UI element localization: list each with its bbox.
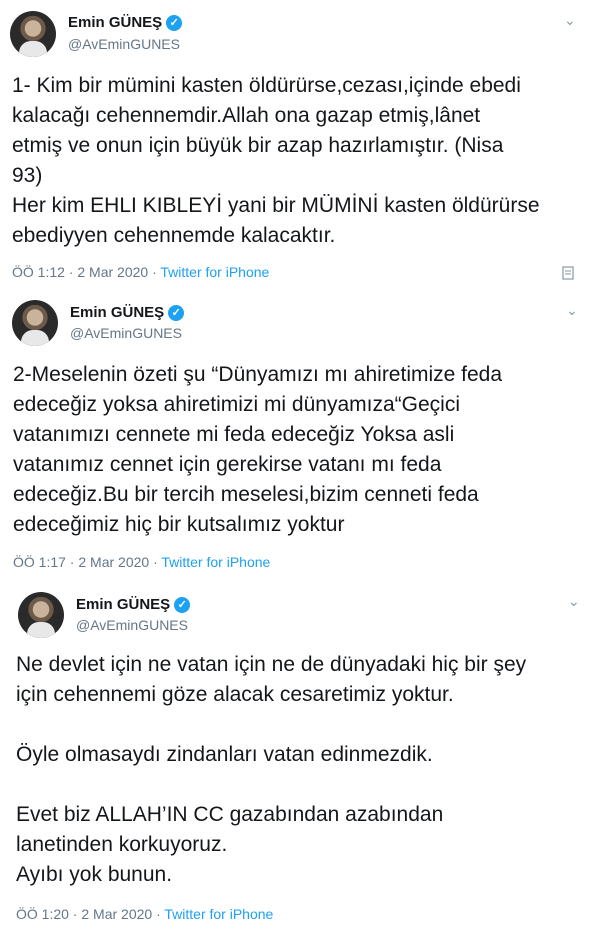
- author-handle[interactable]: @AvEminGUNES: [68, 36, 180, 52]
- tweet-timestamp[interactable]: ÖÖ 1:20 · 2 Mar 2020 ·: [16, 906, 164, 922]
- chevron-down-icon[interactable]: ⌄: [564, 12, 576, 29]
- tweet-1[interactable]: Emin GÜNEŞ ✓ @AvEminGUNES ⌄ 1- Kim bir m…: [0, 0, 591, 292]
- avatar[interactable]: [12, 300, 58, 346]
- author-handle[interactable]: @AvEminGUNES: [76, 617, 188, 633]
- analytics-icon[interactable]: [562, 266, 576, 280]
- tweet-2[interactable]: Emin GÜNEŞ ✓ @AvEminGUNES ⌄ 2-Meselenin …: [0, 292, 591, 581]
- author-name[interactable]: Emin GÜNEŞ ✓: [68, 14, 183, 31]
- author-name[interactable]: Emin GÜNEŞ ✓: [76, 596, 191, 613]
- tweet-3[interactable]: Emin GÜNEŞ ✓ @AvEminGUNES ⌄ Ne devlet iç…: [0, 581, 591, 934]
- tweet-timestamp[interactable]: ÖÖ 1:12 · 2 Mar 2020 ·: [12, 264, 160, 280]
- tweet-source-link[interactable]: Twitter for iPhone: [164, 906, 273, 922]
- verified-badge-icon: ✓: [166, 14, 183, 31]
- tweet-timestamp[interactable]: ÖÖ 1:17 · 2 Mar 2020 ·: [13, 554, 161, 570]
- verified-badge-icon: ✓: [174, 596, 191, 613]
- tweet-meta: ÖÖ 1:20 · 2 Mar 2020 · Twitter for iPhon…: [16, 906, 273, 922]
- author-name[interactable]: Emin GÜNEŞ ✓: [70, 304, 185, 321]
- tweet-meta: ÖÖ 1:12 · 2 Mar 2020 · Twitter for iPhon…: [12, 264, 269, 280]
- tweet-meta: ÖÖ 1:17 · 2 Mar 2020 · Twitter for iPhon…: [13, 554, 270, 570]
- chevron-down-icon[interactable]: ⌄: [568, 593, 580, 610]
- chevron-down-icon[interactable]: ⌄: [566, 302, 578, 319]
- avatar[interactable]: [10, 11, 56, 57]
- tweet-source-link[interactable]: Twitter for iPhone: [160, 264, 269, 280]
- tweet-text: 1- Kim bir mümini kasten öldürürse,cezas…: [12, 74, 540, 247]
- author-handle[interactable]: @AvEminGUNES: [70, 325, 182, 341]
- tweet-source-link[interactable]: Twitter for iPhone: [161, 554, 270, 570]
- tweet-text: 2-Meselenin özeti şu “Dünyamızı mı ahire…: [13, 363, 503, 536]
- tweet-text: Ne devlet için ne vatan için ne de dünya…: [16, 653, 527, 886]
- avatar[interactable]: [18, 592, 64, 638]
- verified-badge-icon: ✓: [168, 304, 185, 321]
